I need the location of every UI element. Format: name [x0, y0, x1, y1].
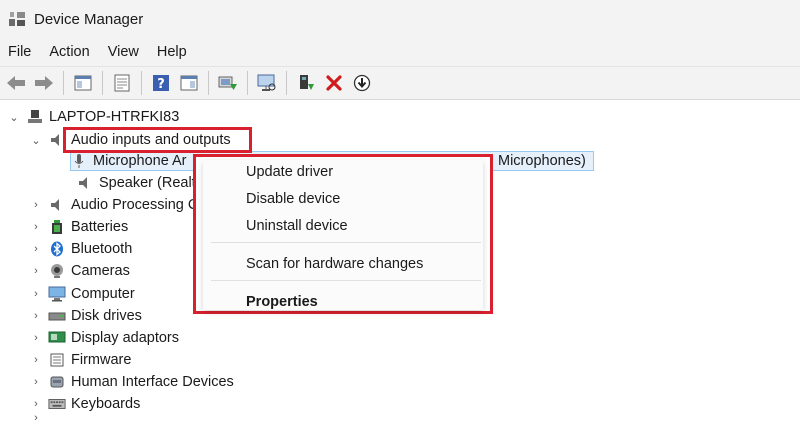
tree-category-label: Computer: [71, 286, 135, 302]
firmware-icon: [48, 351, 66, 369]
tree-device-microphone[interactable]: Microphone Ar: [70, 150, 187, 172]
tree-category-display-adaptors[interactable]: › Display adaptors: [30, 327, 179, 349]
chevron-right-icon[interactable]: ›: [30, 199, 42, 211]
audio-category-highlight: [63, 127, 252, 153]
tree-category-label: Cameras: [71, 263, 130, 279]
tree-category-firmware[interactable]: › Firmware: [30, 349, 131, 371]
tree-device-label: Speaker (Realte: [99, 175, 204, 191]
show-hide-console-tree-icon[interactable]: [71, 71, 95, 95]
battery-icon: [48, 218, 66, 236]
tree-category-label: Human Interface Devices: [71, 374, 234, 390]
menu-view[interactable]: View: [99, 38, 148, 66]
tree-device-speaker[interactable]: Speaker (Realte: [76, 172, 204, 194]
tree-category-label: Display adaptors: [71, 330, 179, 346]
chevron-right-icon[interactable]: ›: [30, 221, 42, 233]
ctx-properties[interactable]: Properties: [246, 294, 318, 310]
add-driver-icon[interactable]: [294, 71, 318, 95]
toolbar-separator: [63, 71, 64, 95]
ctx-uninstall-device[interactable]: Uninstall device: [246, 218, 348, 234]
tree-category-keyboards[interactable]: › Keyboards: [30, 393, 140, 415]
tree-category-disk-drives[interactable]: › Disk drives: [30, 305, 142, 327]
uninstall-x-icon[interactable]: [322, 71, 346, 95]
audio-processing-icon: [48, 196, 66, 214]
toolbar-separator: [102, 71, 103, 95]
title-bar: Device Manager: [0, 0, 800, 38]
chevron-right-icon: ›: [34, 415, 38, 421]
chevron-right-icon[interactable]: ›: [30, 398, 42, 410]
chevron-right-icon[interactable]: ›: [30, 243, 42, 255]
window-title: Device Manager: [34, 10, 144, 28]
menu-action[interactable]: Action: [40, 38, 98, 66]
menu-file[interactable]: File: [0, 38, 40, 66]
tree-category-hid[interactable]: › Human Interface Devices: [30, 371, 234, 393]
tree-category-audio-processing[interactable]: › Audio Processing C: [30, 194, 198, 216]
chevron-right-icon[interactable]: ›: [30, 265, 42, 277]
chevron-right-icon[interactable]: ›: [30, 332, 42, 344]
disk-drive-icon: [48, 307, 66, 325]
chevron-right-icon[interactable]: ›: [30, 288, 42, 300]
back-arrow-icon[interactable]: [4, 71, 28, 95]
tree-category-label: Audio Processing C: [71, 197, 199, 213]
tree-category-label: Bluetooth: [71, 241, 133, 257]
keyboard-icon: [48, 395, 66, 413]
context-menu-separator: [211, 242, 481, 243]
tree-device-label: Microphone Ar: [93, 153, 187, 169]
update-driver-icon[interactable]: [216, 71, 240, 95]
download-icon[interactable]: [350, 71, 374, 95]
device-manager-app-icon: [8, 10, 26, 28]
camera-icon: [48, 262, 66, 280]
toolbar-separator: [247, 71, 248, 95]
tree-category-cameras[interactable]: › Cameras: [30, 260, 130, 282]
action-pane-icon[interactable]: [177, 71, 201, 95]
display-adapter-icon: [48, 329, 66, 347]
speaker-icon: [76, 174, 94, 192]
ctx-scan-hardware[interactable]: Scan for hardware changes: [246, 256, 423, 272]
tree-category-bluetooth[interactable]: › Bluetooth: [30, 238, 132, 260]
chevron-right-icon[interactable]: ›: [30, 376, 42, 388]
microphone-icon: [70, 152, 88, 170]
chevron-down-icon[interactable]: ⌄: [30, 134, 42, 147]
forward-arrow-icon[interactable]: [32, 71, 56, 95]
tree-category-label: Keyboards: [71, 396, 141, 412]
help-icon[interactable]: ?: [149, 71, 173, 95]
context-menu: Update driver Disable device Uninstall d…: [203, 160, 483, 310]
chevron-right-icon[interactable]: ›: [30, 310, 42, 322]
chevron-down-icon[interactable]: ⌄: [8, 111, 20, 124]
ctx-update-driver[interactable]: Update driver: [246, 164, 333, 180]
context-menu-highlight: Update driver Disable device Uninstall d…: [193, 154, 493, 314]
context-menu-separator: [211, 280, 481, 281]
tree-category-label: Firmware: [71, 352, 132, 368]
tree-device-label-suffix: Microphones): [498, 153, 586, 169]
tree-category-batteries[interactable]: › Batteries: [30, 216, 128, 238]
bluetooth-icon: [48, 240, 66, 258]
toolbar-separator: [208, 71, 209, 95]
hid-icon: [48, 373, 66, 391]
svg-text:?: ?: [157, 77, 165, 92]
menu-bar: File Action View Help: [0, 38, 800, 66]
toolbar: ?: [0, 66, 800, 100]
tree-category-cutoff: ›: [30, 415, 42, 421]
ctx-disable-device[interactable]: Disable device: [246, 191, 340, 207]
chevron-right-icon[interactable]: ›: [30, 354, 42, 366]
computer-tree-root-icon: [26, 108, 44, 126]
computer-icon: [48, 285, 66, 303]
tree-category-label: Disk drives: [71, 308, 142, 324]
menu-help[interactable]: Help: [148, 38, 196, 66]
tree-category-label: Batteries: [71, 219, 129, 235]
tree-root-label: LAPTOP-HTRFKI83: [49, 109, 180, 125]
tree-root[interactable]: ⌄ LAPTOP-HTRFKI83: [8, 106, 179, 128]
properties-icon[interactable]: [110, 71, 134, 95]
scan-hardware-icon[interactable]: [255, 71, 279, 95]
toolbar-separator: [286, 71, 287, 95]
tree-category-computer[interactable]: › Computer: [30, 283, 135, 305]
toolbar-separator: [141, 71, 142, 95]
